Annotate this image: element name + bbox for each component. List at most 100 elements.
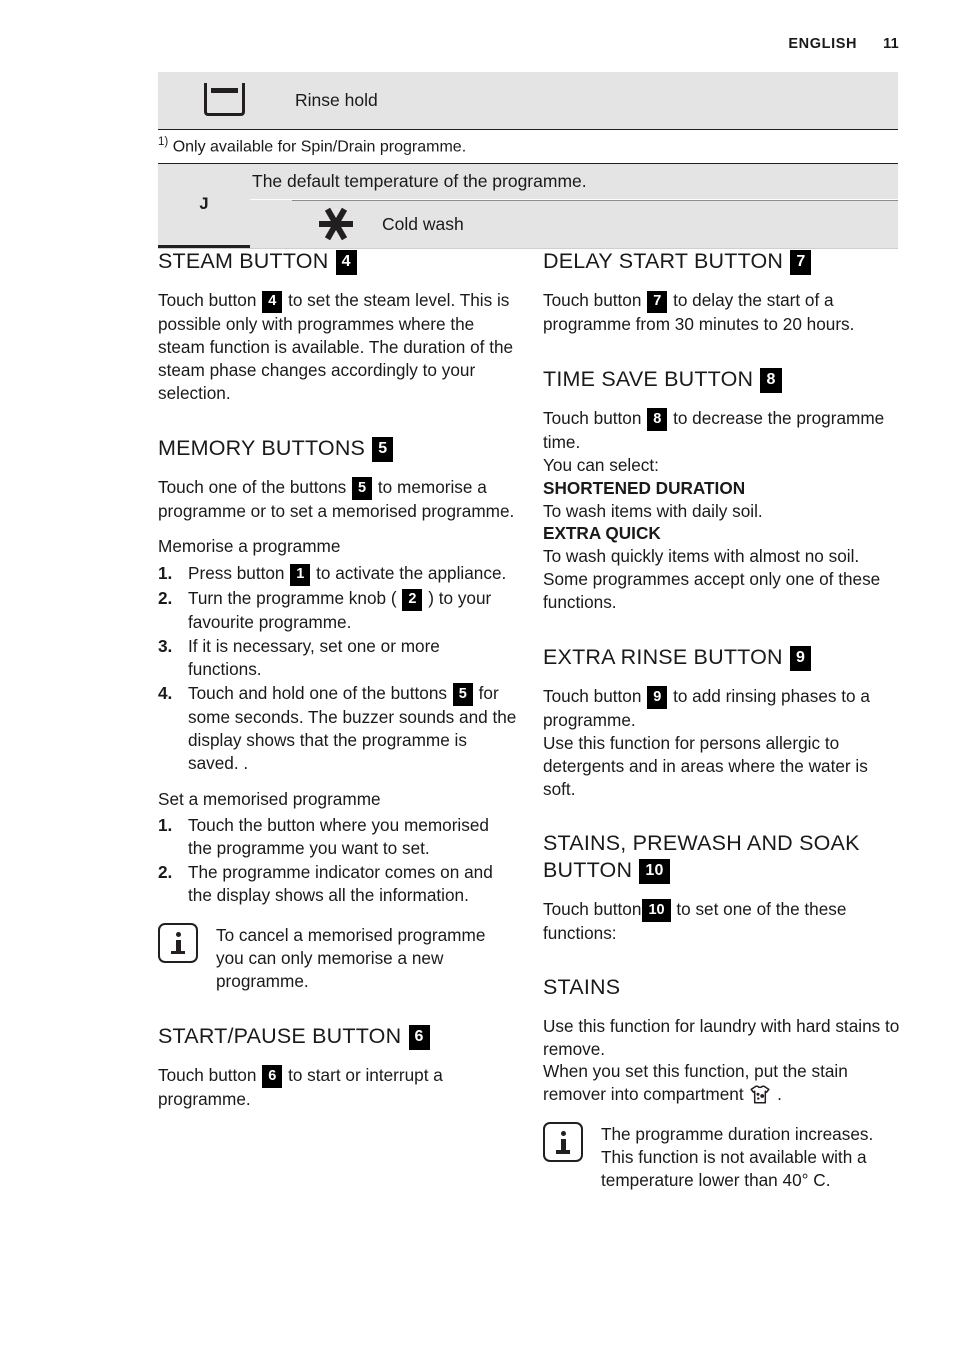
heading-time-save-button: TIME SAVE BUTTON 8 — [543, 366, 902, 393]
badge-6: 6 — [408, 1024, 430, 1050]
paragraph-time-save: Touch button 8 to decrease the programme… — [543, 407, 902, 454]
note-text: The programme duration increases. This f… — [601, 1124, 874, 1190]
badge-5-step: 5 — [452, 683, 473, 706]
time-save-option-2-text: To wash quickly items with almost no soi… — [543, 546, 860, 567]
paragraph-delay-start: Touch button 7 to delay the start of a p… — [543, 289, 902, 336]
step-text: Press button 1 to activate the appliance… — [188, 562, 517, 587]
stains-line-2-suffix: . — [777, 1084, 782, 1105]
stains-prewash-prefix: Touch button — [543, 898, 642, 919]
heading-stains-text: STAINS — [543, 975, 621, 1000]
heading-delay-start-text: DELAY START BUTTON — [543, 249, 784, 273]
temperature-details: The default temperature of the programme… — [250, 164, 898, 248]
left-column: STEAM BUTTON 4 Touch button 4 to set the… — [158, 248, 517, 1200]
table-row-rinse-hold: Rinse hold — [158, 72, 898, 129]
badge-10-inline: 10 — [642, 899, 671, 922]
delay-start-prefix: Touch button — [543, 290, 642, 310]
time-save-closing: Some programmes accept only one of these… — [543, 569, 881, 612]
heading-steam-button: STEAM BUTTON 4 — [158, 248, 517, 275]
step-text: Touch and hold one of the buttons 5 for … — [188, 682, 517, 775]
heading-time-save-text: TIME SAVE BUTTON — [543, 366, 754, 391]
rinse-hold-icon-cell — [158, 72, 291, 129]
paragraph-stains-prewash-soak: Touch button 10 to set one of the these f… — [543, 898, 902, 945]
shirt-stain-icon — [750, 1085, 770, 1104]
label-memorise-programme: Memorise a programme — [158, 536, 341, 557]
steam-body-prefix: Touch button — [158, 290, 257, 310]
extra-rinse-prefix: Touch button — [543, 685, 642, 706]
step-text: Turn the programme knob ( 2 ) to your fa… — [188, 587, 517, 634]
table-footnote: 1) Only available for Spin/Drain program… — [158, 129, 898, 165]
heading-stains: STAINS — [543, 974, 902, 1000]
stains-line-1: Use this function for laundry with hard … — [543, 1015, 900, 1059]
badge-1: 1 — [290, 563, 311, 587]
heading-memory-text: MEMORY BUTTONS — [158, 435, 366, 460]
step-number: 1. — [158, 815, 173, 836]
paragraph-memory-intro: Touch one of the buttons 5 to memorise a… — [158, 476, 517, 523]
stains-line-2-prefix: When you set this function, put the stai… — [543, 1061, 848, 1105]
cold-wash-row: Cold wash — [292, 200, 898, 248]
info-icon — [543, 1122, 583, 1163]
time-save-prefix: Touch button — [543, 407, 642, 428]
temperature-symbol: J — [158, 164, 250, 249]
step-prefix: Turn the programme knob ( — [188, 588, 397, 609]
time-save-select-line: You can select: — [543, 454, 659, 475]
step-number: 4. — [158, 682, 173, 703]
page-header: ENGLISH 11 — [788, 36, 899, 52]
heading-stains-prewash-soak-button: STAINS, PREWASH AND SOAK BUTTON 10 — [543, 830, 902, 884]
step-number: 3. — [158, 636, 173, 657]
heading-start-pause-text: START/PAUSE BUTTON — [158, 1023, 402, 1048]
paragraph-extra-rinse: Touch button 9 to add rinsing phases to … — [543, 685, 902, 732]
badge-4: 4 — [335, 250, 357, 275]
time-save-option-1-title: SHORTENED DURATION — [543, 477, 746, 498]
list-item: 4. Touch and hold one of the buttons 5 f… — [158, 682, 517, 775]
note-text: To cancel a memorised programme you can … — [216, 924, 486, 991]
step-prefix: Press button — [188, 563, 285, 584]
badge-9-inline: 9 — [647, 686, 668, 709]
start-pause-prefix: Touch button — [158, 1064, 257, 1085]
step-number: 2. — [158, 588, 173, 609]
badge-10: 10 — [639, 858, 670, 884]
badge-7: 7 — [790, 250, 812, 275]
heading-delay-start-button: DELAY START BUTTON 7 — [543, 248, 902, 275]
badge-5-inline: 5 — [352, 477, 373, 500]
list-set-steps: 1. Touch the button where you memorised … — [158, 814, 517, 907]
symbols-table: Rinse hold 1) Only available for Spin/Dr… — [158, 72, 898, 250]
heading-extra-rinse-text: EXTRA RINSE BUTTON — [543, 644, 783, 669]
cold-wash-label: Cold wash — [382, 214, 464, 235]
paragraph-start-pause: Touch button 6 to start or interrupt a p… — [158, 1064, 517, 1111]
list-item: 1. Press button 1 to activate the applia… — [158, 562, 517, 587]
heading-steam-text: STEAM BUTTON — [158, 249, 329, 273]
footnote-marker: 1) — [158, 136, 169, 148]
heading-extra-rinse-button: EXTRA RINSE BUTTON 9 — [543, 644, 902, 671]
note-stains-duration: The programme duration increases. This f… — [543, 1122, 902, 1192]
default-temperature-text: The default temperature of the programme… — [250, 164, 898, 201]
list-item: 3. If it is necessary, set one or more f… — [158, 635, 517, 681]
right-column: DELAY START BUTTON 7 Touch button 7 to d… — [543, 248, 902, 1200]
info-icon — [158, 922, 198, 963]
header-language: ENGLISH — [788, 36, 858, 52]
badge-7-inline: 7 — [647, 290, 668, 313]
time-save-option-2-title: EXTRA QUICK — [543, 523, 661, 544]
page-number: 11 — [883, 36, 899, 52]
step-number: 2. — [158, 862, 173, 883]
heading-stains-prewash-text: STAINS, PREWASH AND SOAK BUTTON — [543, 831, 860, 882]
step-text: Touch the button where you memorised the… — [188, 815, 489, 859]
step-suffix: to activate the appliance. — [316, 563, 507, 584]
heading-start-pause-button: START/PAUSE BUTTON 6 — [158, 1023, 517, 1050]
badge-5: 5 — [372, 436, 394, 462]
extra-rinse-extra-line: Use this function for persons allergic t… — [543, 732, 868, 799]
memory-intro-prefix: Touch one of the buttons — [158, 476, 347, 497]
list-memorise-steps: 1. Press button 1 to activate the applia… — [158, 562, 517, 774]
note-cancel-memorised: To cancel a memorised programme you can … — [158, 922, 517, 993]
time-save-option-1-text: To wash items with daily soil. — [543, 500, 763, 521]
step-prefix: Touch and hold one of the buttons — [188, 682, 447, 703]
badge-8: 8 — [760, 367, 782, 393]
list-item: 2. Turn the programme knob ( 2 ) to your… — [158, 587, 517, 634]
badge-2: 2 — [402, 588, 423, 612]
tub-icon — [204, 83, 245, 116]
list-item: 1. Touch the button where you memorised … — [158, 814, 517, 860]
heading-memory-buttons: MEMORY BUTTONS 5 — [158, 435, 517, 462]
badge-8-inline: 8 — [647, 408, 668, 431]
list-item: 2. The programme indicator comes on and … — [158, 861, 517, 907]
step-text: The programme indicator comes on and the… — [188, 862, 493, 905]
step-text: If it is necessary, set one or more func… — [188, 636, 440, 679]
